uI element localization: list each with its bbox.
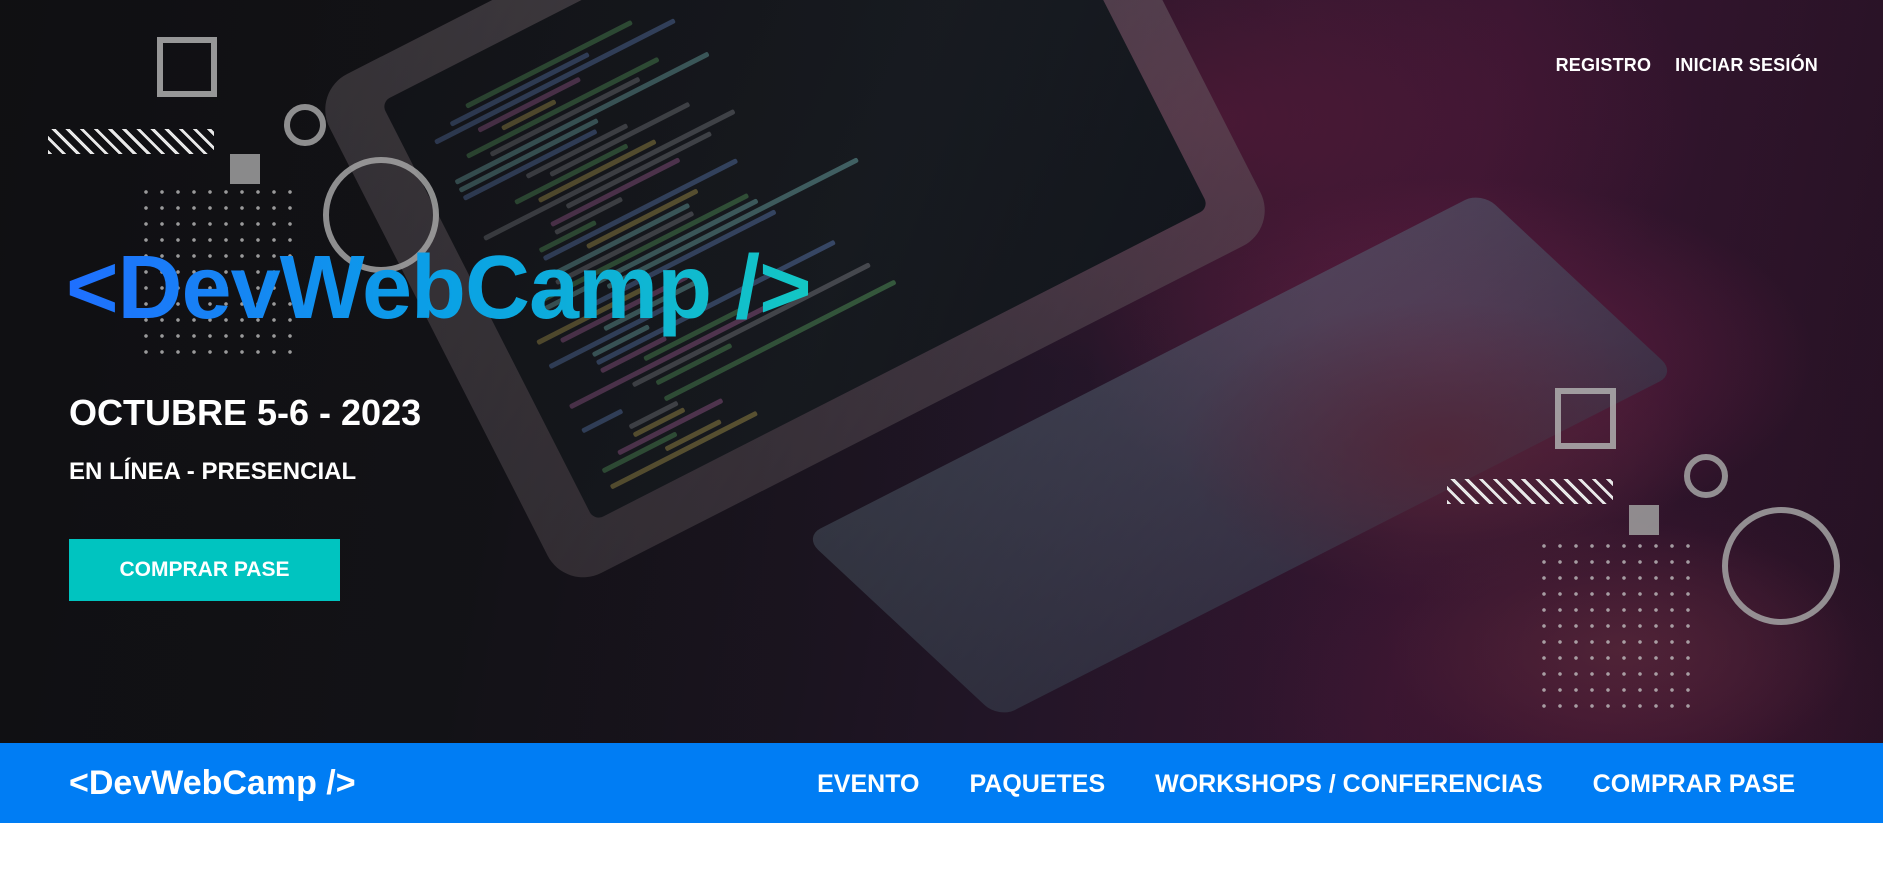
buy-pass-button[interactable]: COMPRAR PASE [69, 539, 340, 601]
deco-filled-square [230, 154, 260, 184]
nav-item-paquetes[interactable]: PAQUETES [969, 767, 1105, 801]
hero-brand-title: <DevWebCamp /> [66, 238, 812, 338]
register-link[interactable]: REGISTRO [1556, 55, 1652, 76]
event-modality: EN LÍNEA - PRESENCIAL [69, 458, 357, 485]
nav-item-evento[interactable]: EVENTO [817, 767, 919, 801]
account-nav: REGISTRO INICIAR SESIÓN [1556, 55, 1818, 76]
deco-square-outline-right [1555, 388, 1616, 449]
nav-item-comprar-pase[interactable]: COMPRAR PASE [1593, 767, 1795, 801]
main-nav-links: EVENTO PAQUETES WORKSHOPS / CONFERENCIAS… [817, 767, 1795, 801]
login-link[interactable]: INICIAR SESIÓN [1675, 55, 1818, 76]
event-date: OCTUBRE 5-6 - 2023 [69, 392, 422, 433]
deco-small-circle [284, 104, 326, 146]
hero-header: REGISTRO INICIAR SESIÓN <DevWebCamp /> O… [0, 0, 1883, 743]
main-navbar: <DevWebCamp /> EVENTO PAQUETES WORKSHOPS… [0, 743, 1883, 823]
navbar-logo[interactable]: <DevWebCamp /> [69, 760, 356, 806]
nav-item-workshops-conferencias[interactable]: WORKSHOPS / CONFERENCIAS [1155, 767, 1543, 801]
deco-stripes [48, 129, 214, 154]
deco-large-circle-right [1722, 507, 1840, 625]
deco-square-outline [157, 37, 217, 97]
deco-stripes-right [1447, 479, 1613, 504]
deco-dot-grid-right [1536, 538, 1702, 708]
deco-small-circle-right [1684, 454, 1728, 498]
deco-filled-square-right [1629, 505, 1659, 535]
